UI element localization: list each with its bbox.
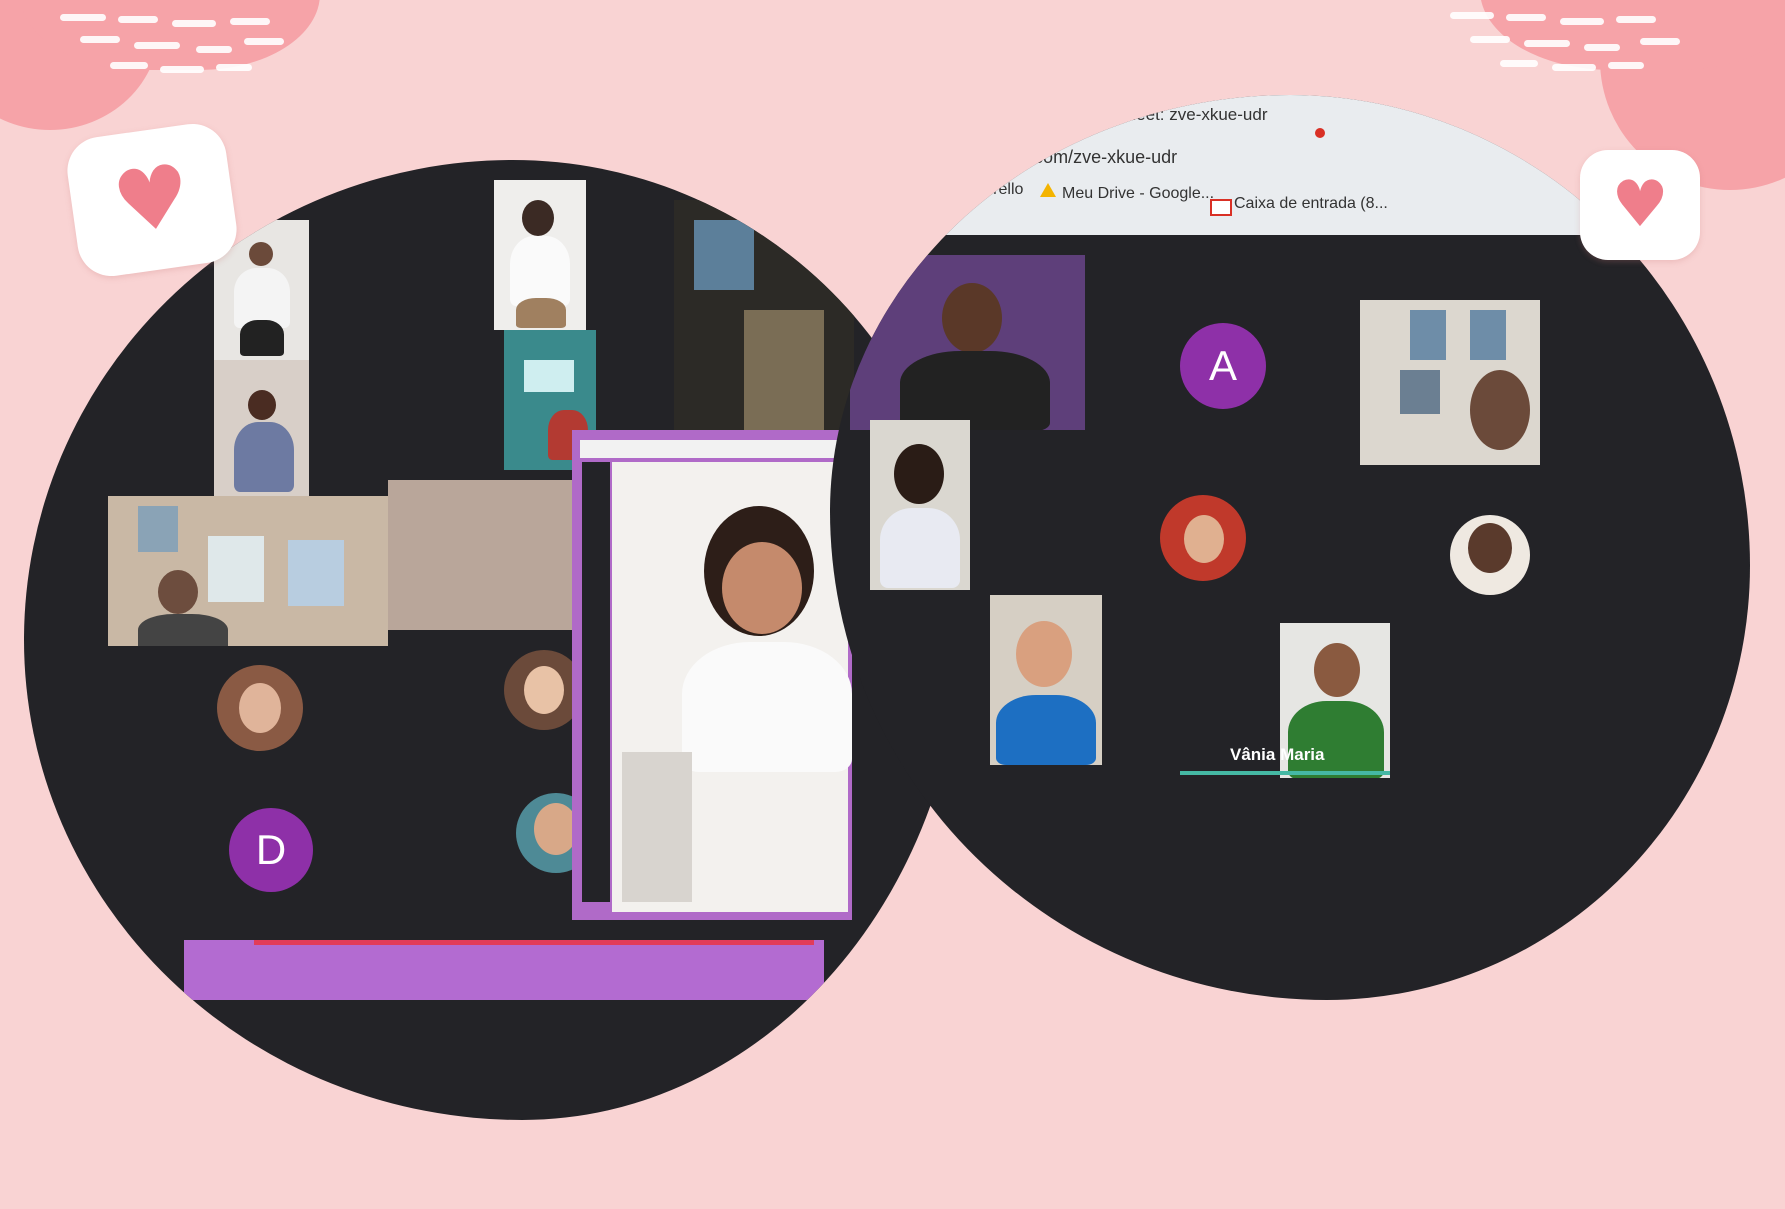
google-meet-icon	[1096, 107, 1114, 121]
avatar-letter-label: A	[1208, 342, 1237, 389]
presenter-window	[572, 430, 852, 920]
bookmark-drive[interactable]: Meu Drive - Google...	[1062, 185, 1214, 203]
heart-icon: ♥	[106, 145, 198, 255]
bookmark-gmail[interactable]: Caixa de entrada (8...	[1234, 195, 1388, 213]
video-tile	[990, 595, 1102, 765]
video-tile	[870, 420, 970, 590]
video-tile	[388, 480, 588, 630]
google-drive-icon	[1040, 183, 1056, 197]
avatar-letter-label: D	[255, 826, 287, 873]
heart-badge-left: ♥	[63, 119, 241, 281]
video-tile	[674, 200, 854, 430]
avatar-letter-a: A	[1180, 323, 1266, 409]
browser-tab-title[interactable]: Meet: zve-xkue-udr	[1122, 105, 1268, 125]
video-tile	[1360, 300, 1540, 465]
purple-bottom-bar	[184, 940, 824, 1000]
heart-icon: ♥	[1611, 168, 1669, 242]
participant-avatar	[217, 665, 303, 751]
bookmark-trello[interactable]: ...iulas | Trello	[925, 181, 1023, 199]
red-line	[254, 940, 814, 945]
heart-badge-right: ♥	[1580, 150, 1700, 260]
gmail-icon	[1210, 199, 1232, 216]
left-video-call-photo: D	[24, 160, 964, 1120]
video-tile	[108, 496, 388, 646]
participant-avatar	[1450, 515, 1530, 595]
video-tile	[494, 180, 586, 330]
active-speaker-bar	[1180, 771, 1390, 775]
video-tile	[850, 255, 1085, 430]
record-indicator	[1315, 128, 1325, 138]
avatar-letter-d: D	[229, 808, 313, 892]
participant-avatar	[1160, 495, 1246, 581]
address-bar-url[interactable]: ...google.com/zve-xkue-udr	[960, 147, 1177, 168]
video-tile	[214, 360, 309, 500]
collage-page: D Meet: zve-xkue-udr ...google.com/zve-x…	[0, 0, 1785, 1209]
speaker-name-tag: Vânia Maria	[1230, 745, 1325, 764]
